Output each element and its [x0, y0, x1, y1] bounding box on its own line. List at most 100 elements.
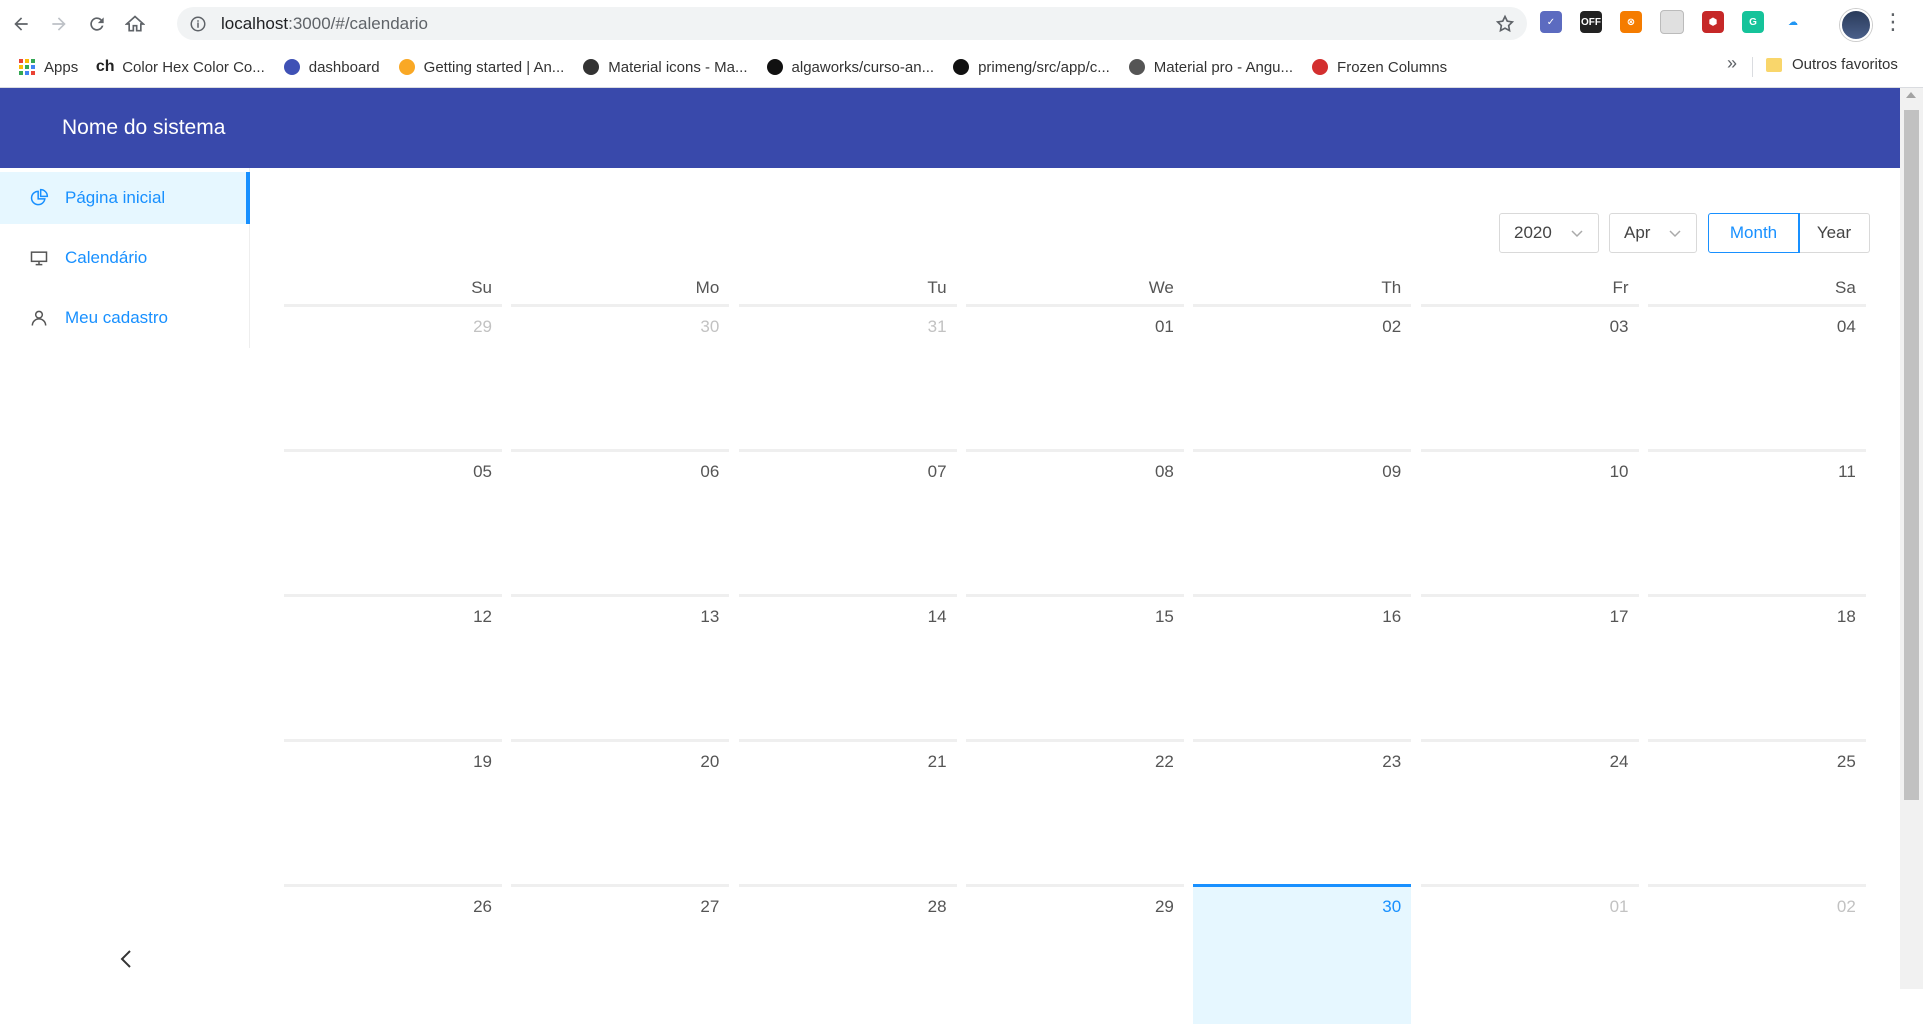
- calendar-cell[interactable]: 20: [511, 739, 730, 879]
- calendar-cell[interactable]: 17: [1420, 594, 1639, 734]
- collapse-sidebar-icon[interactable]: [116, 947, 136, 971]
- day-number: 07: [927, 462, 947, 481]
- bookmark-5[interactable]: Material icons - Ma...: [582, 58, 748, 76]
- day-number: 23: [1382, 752, 1402, 771]
- day-number: 30: [700, 317, 720, 336]
- year-select[interactable]: 2020: [1499, 213, 1599, 253]
- more-bookmarks-button[interactable]: »: [1727, 53, 1737, 74]
- calendar-cell[interactable]: 26: [284, 884, 502, 1024]
- app-header: Nome do sistema: [0, 88, 1900, 168]
- bookmark-3[interactable]: dashboard: [283, 58, 380, 76]
- bookmark-4[interactable]: Getting started | An...: [398, 58, 564, 76]
- pocket-extension-icon[interactable]: [1660, 10, 1684, 34]
- calendar-cell[interactable]: 02: [1647, 884, 1866, 1024]
- scroll-thumb[interactable]: [1904, 110, 1919, 800]
- weekday-label: Su: [471, 278, 492, 297]
- arrow-right-icon: [52, 16, 66, 31]
- calendar-cell[interactable]: 16: [1193, 594, 1412, 734]
- calendar-cell[interactable]: 21: [738, 739, 957, 879]
- scroll-up-arrow[interactable]: [1906, 92, 1916, 98]
- day-number: 21: [927, 752, 947, 771]
- cloud-extension-icon[interactable]: ☁: [1782, 11, 1804, 33]
- calendar-cell[interactable]: 04: [1647, 304, 1866, 444]
- year-mode-button[interactable]: Year: [1799, 213, 1870, 253]
- grammarly-extension-icon[interactable]: G: [1742, 11, 1764, 33]
- off-extension-icon[interactable]: OFF: [1580, 11, 1602, 33]
- bookmark-7[interactable]: primeng/src/app/c...: [952, 58, 1110, 76]
- calendar-cell[interactable]: 08: [965, 449, 1184, 589]
- sidebar: Página inicial Calendário Meu cadastro: [0, 168, 250, 348]
- info-icon[interactable]: [189, 15, 207, 33]
- calendar-cell[interactable]: 28: [738, 884, 957, 1024]
- calendar-cell[interactable]: 03: [1420, 304, 1639, 444]
- day-number: 03: [1609, 317, 1629, 336]
- day-number: 19: [473, 752, 492, 771]
- calendar-cell[interactable]: 19: [284, 739, 502, 879]
- calendar-cell[interactable]: 14: [738, 594, 957, 734]
- calendar-cell[interactable]: 30: [511, 304, 730, 444]
- calendar-cell[interactable]: 13: [511, 594, 730, 734]
- profile-avatar[interactable]: [1840, 9, 1872, 41]
- calendar-cell[interactable]: 25: [1647, 739, 1866, 879]
- bookmark-2[interactable]: ch Color Hex Color Co...: [96, 58, 265, 76]
- sidebar-item-meu-cadastro[interactable]: Meu cadastro: [0, 292, 249, 344]
- bookmark-9[interactable]: Frozen Columns: [1311, 58, 1447, 76]
- chevron-down-icon: [1669, 230, 1681, 238]
- calendar-cell[interactable]: 11: [1647, 449, 1866, 589]
- forward-button[interactable]: [42, 7, 76, 41]
- bookmark-1[interactable]: Apps: [18, 58, 78, 76]
- calendar-cell[interactable]: 29: [965, 884, 1184, 1024]
- calendar-cell[interactable]: 12: [284, 594, 502, 734]
- day-number: 29: [1154, 897, 1174, 916]
- calendar-cell[interactable]: 07: [738, 449, 957, 589]
- github-icon: [952, 58, 970, 76]
- month-select[interactable]: Apr: [1609, 213, 1697, 253]
- address-bar[interactable]: localhost:3000/#/calendario: [177, 7, 1527, 40]
- day-number: 11: [1838, 462, 1856, 481]
- day-number: 17: [1609, 607, 1629, 626]
- calendar-cell[interactable]: 01: [1420, 884, 1639, 1024]
- bookmark-8[interactable]: Material pro - Angu...: [1128, 58, 1293, 76]
- other-bookmarks-folder[interactable]: Outros favoritos: [1766, 56, 1898, 73]
- month-mode-button[interactable]: Month: [1708, 213, 1799, 253]
- calendar-cell[interactable]: 02: [1193, 304, 1412, 444]
- calendar-cell[interactable]: 05: [284, 449, 502, 589]
- calendar-cell[interactable]: 18: [1647, 594, 1866, 734]
- reload-button[interactable]: [80, 7, 114, 41]
- sidebar-item-calendario[interactable]: Calendário: [0, 232, 249, 284]
- calendar-cell[interactable]: 10: [1420, 449, 1639, 589]
- bookmark-star-icon[interactable]: [1495, 14, 1515, 34]
- calendar-cell[interactable]: 27: [511, 884, 730, 1024]
- day-number: 28: [927, 897, 947, 916]
- calendar-cell[interactable]: 06: [511, 449, 730, 589]
- bookmarks-bar: Apps ch Color Hex Color Co... dashboard Gett…: [0, 47, 1923, 88]
- day-number: 20: [700, 752, 720, 771]
- weekday-label: Sa: [1835, 278, 1856, 297]
- calendar-cell[interactable]: 23: [1193, 739, 1412, 879]
- shield-extension-icon[interactable]: ⬢: [1702, 11, 1724, 33]
- bookmark-6[interactable]: algaworks/curso-an...: [766, 58, 934, 76]
- calendar-cell[interactable]: 31: [738, 304, 957, 444]
- sidebar-item-label: Página inicial: [65, 188, 166, 207]
- day-number: 22: [1154, 752, 1174, 771]
- back-button[interactable]: [4, 7, 38, 41]
- orange-extension-icon[interactable]: ⊗: [1620, 11, 1642, 33]
- day-number: 01: [1154, 317, 1174, 336]
- day-number: 27: [700, 897, 720, 916]
- calendar-cell[interactable]: 29: [284, 304, 502, 444]
- calendar-cell[interactable]: 01: [965, 304, 1184, 444]
- day-number: 31: [927, 317, 947, 336]
- calendar-cell-today[interactable]: 30: [1193, 884, 1412, 1024]
- day-number: 06: [700, 462, 720, 481]
- url-text: localhost:3000/#/calendario: [221, 13, 428, 33]
- browser-menu-icon[interactable]: ⋮: [1882, 11, 1904, 34]
- calendar-cell[interactable]: 15: [965, 594, 1184, 734]
- checkmark-extension-icon[interactable]: ✓: [1540, 11, 1562, 33]
- page-scrollbar[interactable]: [1900, 88, 1923, 989]
- home-button[interactable]: [118, 7, 152, 41]
- calendar-cell[interactable]: 24: [1420, 739, 1639, 879]
- calendar-cell[interactable]: 09: [1193, 449, 1412, 589]
- sidebar-item-pagina-inicial[interactable]: Página inicial: [0, 172, 250, 224]
- day-number: 13: [700, 607, 720, 626]
- calendar-cell[interactable]: 22: [965, 739, 1184, 879]
